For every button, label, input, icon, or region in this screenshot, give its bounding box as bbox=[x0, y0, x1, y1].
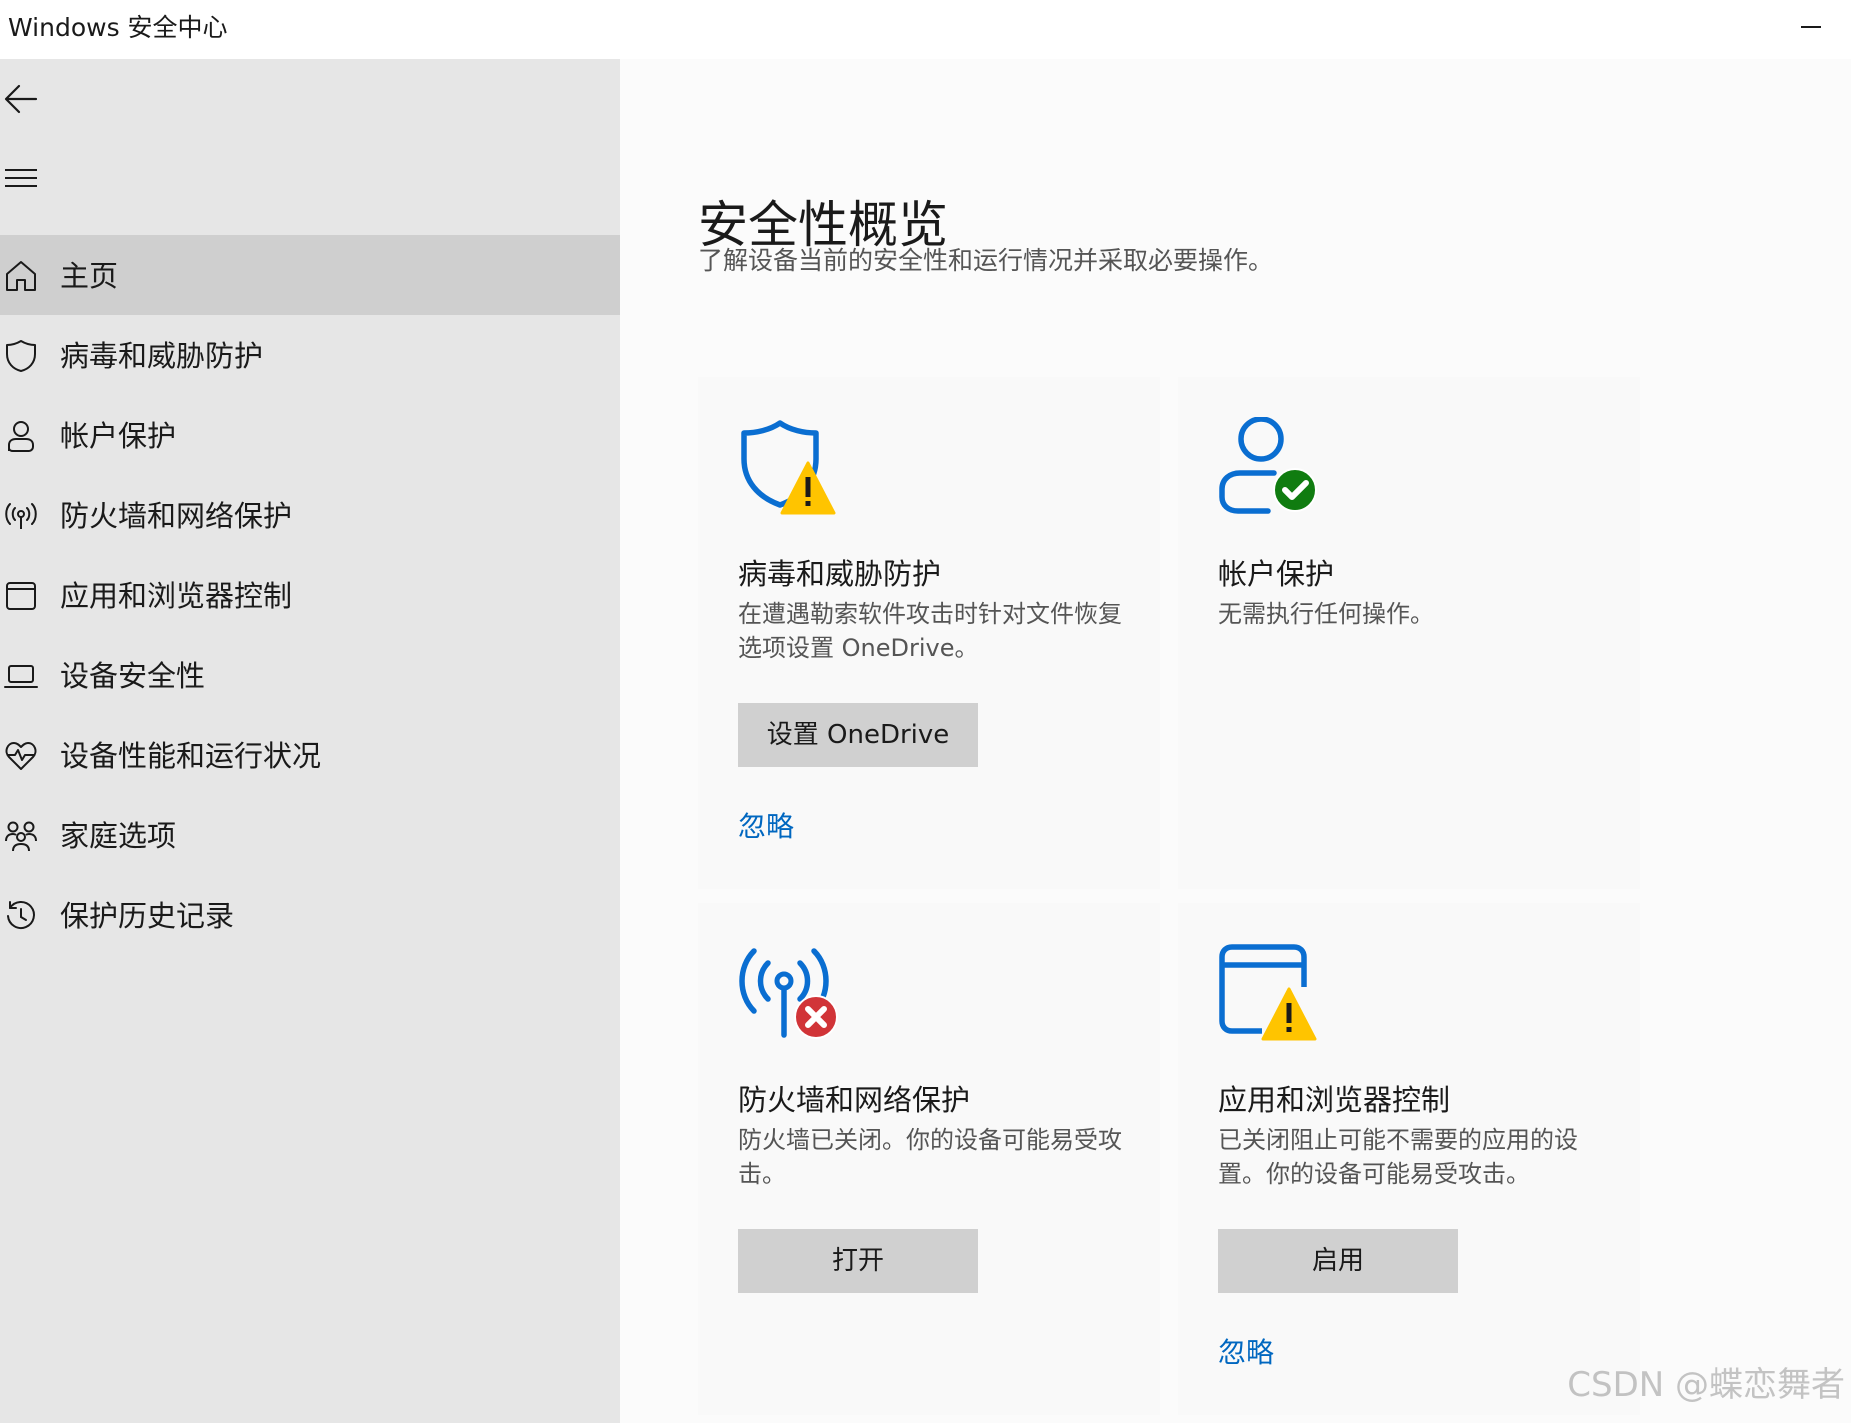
sidebar-item-label: 应用和浏览器控制 bbox=[60, 579, 293, 613]
card-title: 帐户保护 bbox=[1218, 557, 1335, 591]
card-description: 在遭遇勒索软件攻击时针对文件恢复选项设置 OneDrive。 bbox=[738, 600, 1122, 662]
sidebar-item-label: 病毒和威胁防护 bbox=[60, 339, 264, 373]
hamburger-icon bbox=[5, 169, 37, 187]
virus-protection-card: 病毒和威胁防护 在遭遇勒索软件攻击时针对文件恢复选项设置 OneDrive。 设… bbox=[698, 377, 1160, 889]
sidebar-item-label: 防火墙和网络保护 bbox=[60, 499, 293, 533]
enable-app-control-button[interactable]: 启用 bbox=[1218, 1229, 1458, 1293]
page-subtitle: 了解设备当前的安全性和运行情况并采取必要操作。 bbox=[698, 246, 1274, 275]
sidebar-item-account-protection[interactable]: 帐户保护 bbox=[0, 395, 620, 475]
sidebar-item-label: 家庭选项 bbox=[60, 819, 177, 853]
windows-security-window: Windows 安全中心 主页 病毒和威胁防护 帐户保护 防火墙和网络保护 应用… bbox=[0, 0, 1851, 1423]
setup-onedrive-button[interactable]: 设置 OneDrive bbox=[738, 703, 978, 767]
sidebar-item-protection-history[interactable]: 保护历史记录 bbox=[0, 875, 620, 955]
title-bar: Windows 安全中心 bbox=[0, 0, 1851, 59]
person-icon bbox=[8, 421, 34, 452]
laptop-icon bbox=[4, 665, 38, 688]
account-check-icon bbox=[1219, 417, 1317, 514]
sidebar-nav: 主页 病毒和威胁防护 帐户保护 防火墙和网络保护 应用和浏览器控制 设备安全性 … bbox=[0, 235, 620, 955]
family-icon bbox=[5, 821, 37, 852]
history-icon bbox=[7, 901, 35, 929]
sidebar-item-device-performance[interactable]: 设备性能和运行状况 bbox=[0, 715, 620, 795]
sidebar-item-firewall[interactable]: 防火墙和网络保护 bbox=[0, 475, 620, 555]
app-browser-control-card: 应用和浏览器控制 已关闭阻止可能不需要的应用的设置。你的设备可能易受攻击。 启用… bbox=[1178, 903, 1640, 1415]
main-content: 安全性概览 了解设备当前的安全性和运行情况并采取必要操作。 病毒和威胁防护 在遭… bbox=[620, 59, 1851, 1423]
shield-warning-icon bbox=[741, 420, 836, 515]
card-title: 病毒和威胁防护 bbox=[738, 557, 942, 591]
sidebar: 主页 病毒和威胁防护 帐户保护 防火墙和网络保护 应用和浏览器控制 设备安全性 … bbox=[0, 59, 620, 1423]
sidebar-item-label: 保护历史记录 bbox=[60, 899, 235, 933]
sidebar-item-family-options[interactable]: 家庭选项 bbox=[0, 795, 620, 875]
shield-icon bbox=[6, 340, 36, 372]
account-protection-card: 帐户保护 无需执行任何操作。 bbox=[1178, 377, 1640, 889]
sidebar-item-virus-protection[interactable]: 病毒和威胁防护 bbox=[0, 315, 620, 395]
wireless-icon bbox=[5, 503, 37, 529]
app-window-icon bbox=[6, 582, 36, 610]
card-title: 应用和浏览器控制 bbox=[1218, 1083, 1451, 1117]
back-button[interactable] bbox=[0, 69, 60, 129]
sidebar-item-device-security[interactable]: 设备安全性 bbox=[0, 635, 620, 715]
window-title: Windows 安全中心 bbox=[8, 13, 228, 42]
sidebar-item-label: 设备安全性 bbox=[60, 659, 206, 693]
card-description: 已关闭阻止可能不需要的应用的设置。你的设备可能易受攻击。 bbox=[1218, 1126, 1578, 1188]
watermark: CSDN @蝶恋舞者 bbox=[1567, 1365, 1845, 1405]
card-description: 防火墙已关闭。你的设备可能易受攻击。 bbox=[738, 1126, 1122, 1188]
sidebar-item-home[interactable]: 主页 bbox=[0, 235, 620, 315]
hamburger-menu-button[interactable] bbox=[0, 149, 60, 209]
sidebar-item-label: 设备性能和运行状况 bbox=[60, 739, 322, 773]
card-title: 防火墙和网络保护 bbox=[738, 1083, 971, 1117]
sidebar-item-app-browser-control[interactable]: 应用和浏览器控制 bbox=[0, 555, 620, 635]
wireless-error-icon bbox=[739, 948, 838, 1039]
sidebar-item-label: 主页 bbox=[60, 259, 119, 293]
card-description: 无需执行任何操作。 bbox=[1218, 600, 1434, 628]
sidebar-item-label: 帐户保护 bbox=[60, 419, 177, 453]
browser-warning-icon bbox=[1219, 944, 1317, 1041]
heart-pulse-icon bbox=[5, 742, 37, 770]
turn-on-firewall-button[interactable]: 打开 bbox=[738, 1229, 978, 1293]
dismiss-link[interactable]: 忽略 bbox=[738, 809, 794, 845]
dismiss-link[interactable]: 忽略 bbox=[1218, 1335, 1274, 1371]
home-icon bbox=[6, 261, 36, 291]
minimize-button[interactable] bbox=[1781, 0, 1851, 52]
back-arrow-icon bbox=[4, 84, 38, 114]
firewall-card: 防火墙和网络保护 防火墙已关闭。你的设备可能易受攻击。 打开 bbox=[698, 903, 1160, 1415]
